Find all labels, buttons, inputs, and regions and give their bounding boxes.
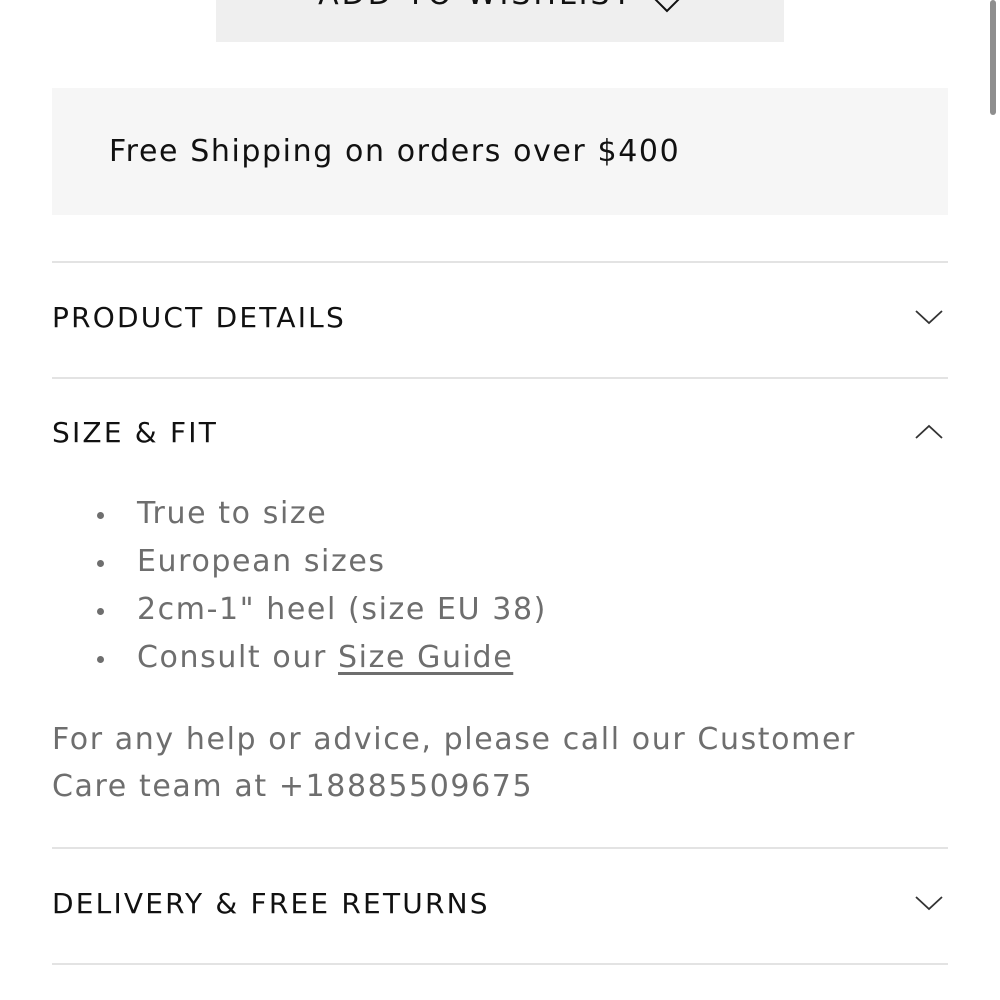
chevron-down-icon: [914, 894, 944, 912]
product-info-page: ADD TO WISHLIST Free Shipping on orders …: [0, 0, 1000, 1000]
consult-text: Consult our: [137, 640, 339, 675]
divider: [52, 261, 948, 263]
add-to-wishlist-button[interactable]: ADD TO WISHLIST: [216, 0, 784, 42]
size-guide-link[interactable]: Size Guide: [338, 640, 513, 675]
chevron-up-icon: [914, 423, 944, 441]
list-item: 2cm-1" heel (size EU 38): [95, 586, 547, 634]
customer-care-text: For any help or advice, please call our …: [52, 722, 856, 804]
wishlist-label: ADD TO WISHLIST: [318, 0, 634, 12]
delivery-returns-title: DELIVERY & FREE RETURNS: [52, 886, 490, 920]
delivery-returns-toggle[interactable]: DELIVERY & FREE RETURNS: [52, 873, 948, 933]
size-fit-list: True to size European sizes 2cm-1" heel …: [95, 490, 547, 682]
list-item-text: True to size: [137, 496, 328, 531]
product-details-toggle[interactable]: PRODUCT DETAILS: [52, 287, 948, 347]
chevron-down-icon: [914, 308, 944, 326]
list-item-text: European sizes: [137, 544, 386, 579]
scrollbar[interactable]: [990, 0, 996, 115]
divider: [52, 847, 948, 849]
size-fit-title: SIZE & FIT: [52, 415, 219, 449]
divider: [52, 377, 948, 379]
product-details-title: PRODUCT DETAILS: [52, 300, 346, 334]
free-shipping-banner: Free Shipping on orders over $400: [52, 88, 948, 215]
list-item: Consult our Size Guide: [95, 634, 547, 682]
list-item: European sizes: [95, 538, 547, 586]
list-item: True to size: [95, 490, 547, 538]
heart-icon: [652, 0, 682, 13]
divider: [52, 963, 948, 965]
free-shipping-text: Free Shipping on orders over $400: [109, 134, 681, 169]
list-item-text: 2cm-1" heel (size EU 38): [137, 592, 547, 627]
size-fit-toggle[interactable]: SIZE & FIT: [52, 402, 948, 462]
